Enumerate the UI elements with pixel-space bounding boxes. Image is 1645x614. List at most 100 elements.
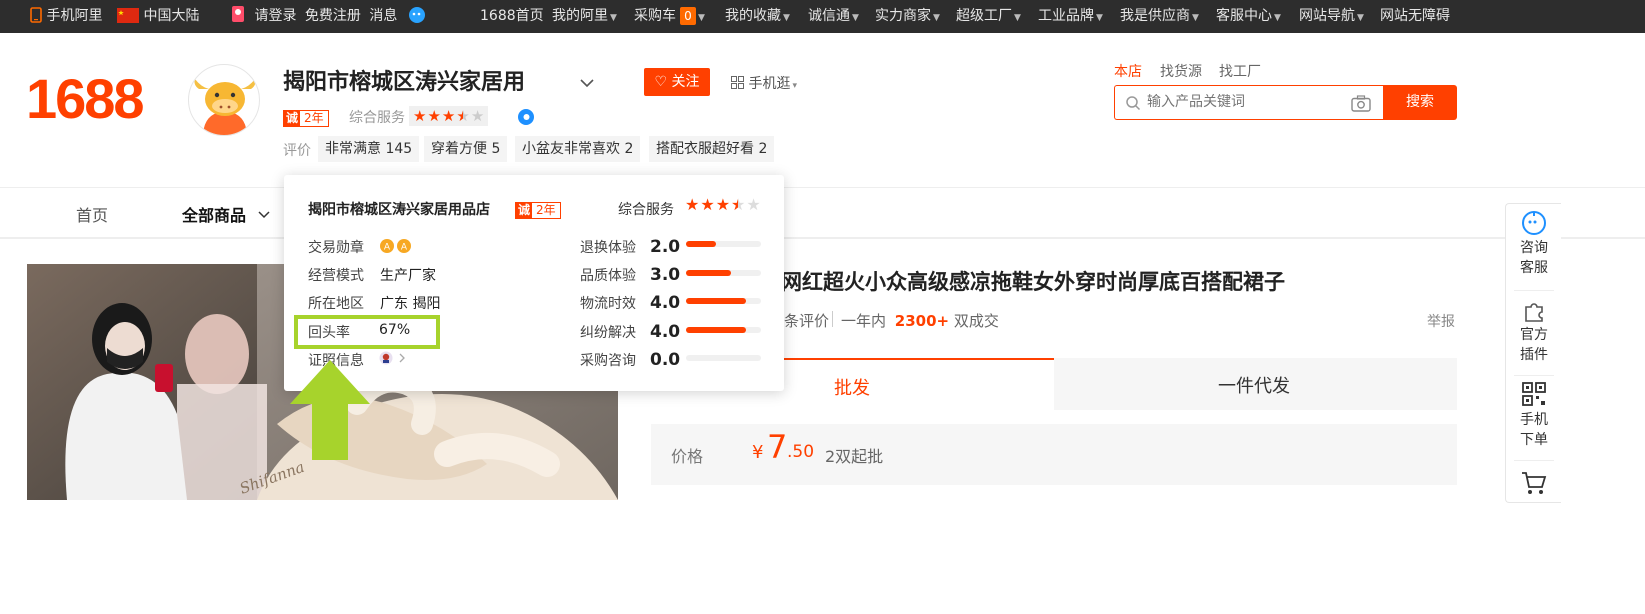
cheng-badge-label: 诚	[284, 111, 301, 126]
search-tab-find-factory[interactable]: 找工厂	[1219, 61, 1261, 81]
top-bar: 手机阿里 中国大陆 请登录 免费注册 消息 1688首页 我的阿里 ▼ 采购车 0 ▼…	[0, 0, 1645, 33]
star-icon: ★	[685, 195, 700, 214]
price-label: 价格	[671, 447, 704, 466]
mobile-ali-label: 手机阿里	[46, 8, 103, 24]
license-info-link[interactable]	[379, 350, 409, 370]
trade-medals[interactable]: AA	[379, 238, 413, 258]
user-links: 请登录 免费注册 消息	[231, 0, 426, 33]
sold-suffix: 双成交	[953, 312, 999, 330]
accessibility-link[interactable]: 网站无障碍	[1380, 0, 1450, 33]
svg-text:A: A	[401, 243, 408, 253]
shop-avatar[interactable]	[188, 64, 260, 136]
metric-score: 0.0	[650, 350, 681, 370]
review-tag[interactable]: 搭配衣服超好看 2	[649, 136, 775, 162]
metric-score: 2.0	[650, 237, 681, 257]
chevron-down-icon: ▼	[1096, 13, 1103, 23]
metric-bar	[686, 270, 761, 276]
popup-service-stars: ★ ★ ★ ★ ★	[685, 195, 761, 214]
industrial-brand-link[interactable]: 工业品牌 ▼	[1038, 0, 1103, 33]
cart-button[interactable]	[1506, 470, 1562, 496]
cheng-badge-label: 诚	[516, 203, 533, 218]
chevron-down-icon[interactable]	[580, 73, 594, 92]
region-label: 中国大陆	[143, 8, 200, 24]
chat-icon	[1522, 211, 1546, 235]
metric-score: 4.0	[650, 293, 681, 313]
mobile-browse-link[interactable]: 手机逛 ▾	[731, 73, 797, 93]
supplier-link[interactable]: 我是供应商 ▼	[1120, 0, 1199, 33]
service-stars: ★ ★ ★ ★ ★	[409, 106, 489, 126]
chevron-down-icon: ▼	[698, 13, 705, 23]
chevron-down-icon: ▼	[610, 13, 617, 23]
chat-bubble-icon[interactable]	[408, 6, 426, 24]
search-input[interactable]	[1147, 94, 1337, 110]
metric-label: 退换体验	[580, 240, 636, 256]
favorites-menu[interactable]: 我的收藏 ▼	[725, 0, 790, 33]
region-selector[interactable]: 中国大陆	[117, 0, 199, 33]
cart-count-badge: 0	[680, 7, 696, 25]
review-tag[interactable]: 非常满意 145	[318, 136, 420, 162]
site-nav-label: 网站导航	[1299, 8, 1355, 24]
camera-icon[interactable]	[1351, 95, 1371, 112]
logo-1688[interactable]: 1688	[26, 66, 145, 131]
chevron-down-icon: ▼	[783, 13, 790, 23]
chengxintong-link[interactable]: 诚信通 ▼	[808, 0, 859, 33]
my-ali-menu[interactable]: 我的阿里 ▼	[552, 0, 617, 33]
chevron-down-icon: ▼	[1014, 13, 1021, 23]
popup-shop-name[interactable]: 揭阳市榕城区涛兴家居用品店	[308, 199, 490, 219]
metric-label: 品质体验	[580, 268, 636, 284]
consult-service-button[interactable]: 咨询 客服	[1506, 210, 1562, 278]
consult-line1: 咨询	[1520, 240, 1548, 256]
nav-home[interactable]: 首页	[76, 202, 108, 226]
business-mode-label: 经营模式	[308, 268, 364, 284]
star-icon: ★	[715, 195, 731, 214]
toolbar-divider	[1514, 290, 1554, 291]
up-arrow-annotation	[290, 360, 370, 464]
review-tag[interactable]: 小盆友非常喜欢 2	[515, 136, 641, 162]
home-1688-link[interactable]: 1688首页	[480, 0, 544, 33]
search-tab-find-goods[interactable]: 找货源	[1160, 61, 1202, 81]
tab-dropship[interactable]: 一件代发	[1054, 358, 1457, 410]
strength-merchant-link[interactable]: 实力商家 ▼	[875, 0, 940, 33]
cheng-year-badge: 诚 2年	[283, 107, 329, 127]
messages-link[interactable]: 消息	[369, 8, 397, 24]
review-count-link[interactable]: 条评价	[784, 310, 829, 331]
service-center-link[interactable]: 客服中心 ▼	[1216, 0, 1281, 33]
follow-button[interactable]: ♡ 关注	[644, 68, 710, 96]
shop-info-popup: 揭阳市榕城区涛兴家居用品店 诚 2年 综合服务 ★ ★ ★ ★ ★ 交易勋章 AA…	[284, 175, 784, 391]
mobile-order-button[interactable]: 手机 下单	[1506, 382, 1562, 450]
nav-all-products[interactable]: 全部商品	[182, 202, 270, 226]
wangwang-icon[interactable]	[517, 108, 535, 130]
shop-name[interactable]: 揭阳市榕城区涛兴家居用	[283, 64, 525, 96]
star-icon: ★	[427, 107, 441, 125]
favorites-label: 我的收藏	[725, 8, 781, 24]
site-nav-link[interactable]: 网站导航 ▼	[1299, 0, 1364, 33]
search-button[interactable]: 搜索	[1383, 85, 1457, 120]
cart-icon	[1522, 472, 1547, 494]
register-link[interactable]: 免费注册	[305, 8, 361, 24]
review-tag[interactable]: 穿着方便 5	[424, 136, 508, 162]
mobile-ali-link[interactable]: 手机阿里	[30, 0, 102, 33]
half-star-icon: ★	[731, 195, 746, 214]
right-toolbar: 咨询 客服 官方 插件 手机 下单	[1505, 203, 1561, 503]
star-icon: ★	[470, 107, 485, 125]
currency-symbol: ¥	[752, 442, 764, 463]
nav-divider	[0, 187, 1645, 188]
review-label: 评价	[283, 143, 311, 159]
heart-plus-icon: ♡	[654, 74, 668, 90]
metric-bar	[686, 241, 761, 247]
license-badge-icon	[379, 351, 405, 365]
metric-bar-fill	[686, 241, 716, 247]
sales-summary: 一年内 2300+ 双成交	[841, 310, 999, 331]
search-tab-this-shop[interactable]: 本店	[1114, 61, 1142, 81]
cart-link[interactable]: 采购车 0 ▼	[634, 0, 705, 33]
metric-score: 4.0	[650, 322, 681, 342]
business-mode-value: 生产厂家	[380, 268, 436, 284]
super-factory-link[interactable]: 超级工厂 ▼	[956, 0, 1021, 33]
user-badge-icon	[232, 6, 244, 22]
official-plugin-button[interactable]: 官方 插件	[1506, 297, 1562, 365]
report-link[interactable]: 举报	[1427, 311, 1455, 331]
highlight-box	[294, 315, 440, 349]
follow-label: 关注	[671, 74, 700, 90]
star-icon: ★	[413, 107, 427, 125]
login-link[interactable]: 请登录	[254, 8, 296, 24]
